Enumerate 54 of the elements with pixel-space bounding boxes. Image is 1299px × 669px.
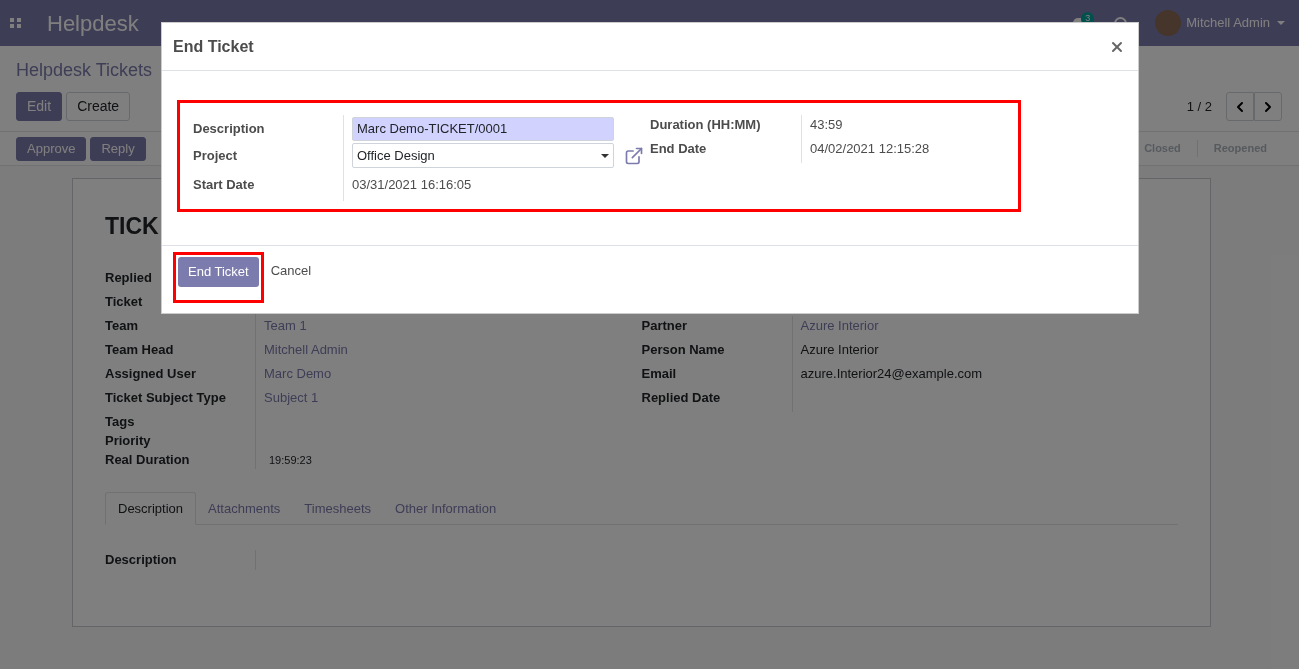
field-label: Replied bbox=[105, 270, 152, 285]
field-link[interactable]: Marc Demo bbox=[264, 366, 332, 381]
field-label: Description bbox=[193, 119, 266, 138]
field-label: Tags bbox=[105, 414, 135, 429]
field-label: Replied Date bbox=[641, 390, 721, 405]
end-ticket-button[interactable]: End Ticket bbox=[178, 257, 259, 287]
field-label: End Date bbox=[650, 140, 708, 158]
description-input[interactable]: Marc Demo-TICKET/0001 bbox=[352, 116, 614, 141]
field-label: Start Date bbox=[193, 176, 256, 195]
field-value: 19:59:23 bbox=[268, 453, 312, 466]
field-label: Person Name bbox=[641, 342, 725, 357]
field-value: 04/02/2021 12:15:28 bbox=[801, 139, 930, 163]
pager-counter: 1 / 2 bbox=[1186, 97, 1212, 116]
field-label: Ticket bbox=[105, 294, 143, 309]
tab[interactable]: Other Information bbox=[383, 492, 509, 525]
cancel-button[interactable]: Cancel bbox=[270, 260, 312, 281]
tab[interactable]: Description bbox=[105, 492, 197, 525]
previous-button[interactable] bbox=[1226, 92, 1254, 121]
apps-menu-icon[interactable] bbox=[10, 18, 21, 28]
field-label: Team bbox=[105, 318, 138, 333]
field-label: Priority bbox=[105, 433, 151, 448]
caret-icon bbox=[601, 153, 609, 158]
field-link[interactable]: Team 1 bbox=[264, 318, 307, 333]
user-name[interactable]: Mitchell Admin bbox=[1186, 13, 1270, 33]
action-button[interactable]: Approve bbox=[16, 136, 87, 161]
field-label: Duration (HH:MM) bbox=[650, 116, 762, 134]
create-button[interactable]: Create bbox=[66, 92, 131, 121]
field-label: Partner bbox=[641, 318, 688, 333]
app-title: Helpdesk bbox=[47, 9, 139, 38]
field-label: Email bbox=[641, 366, 677, 381]
field-value: azure.Interior24@example.com bbox=[800, 366, 983, 381]
field-value: Azure Interior bbox=[800, 342, 879, 357]
field-value: 43:59 bbox=[801, 115, 843, 139]
next-button[interactable] bbox=[1254, 92, 1282, 121]
field-label: Assigned User bbox=[105, 366, 197, 381]
dialog-title: End Ticket bbox=[173, 36, 254, 57]
field-link[interactable]: Subject 1 bbox=[264, 390, 319, 405]
ticket-title: TICK bbox=[105, 213, 159, 239]
field-value: 03/31/2021 16:16:05 bbox=[352, 176, 472, 195]
tab[interactable]: Timesheets bbox=[292, 492, 383, 525]
field-link[interactable]: Azure Interior bbox=[800, 318, 879, 333]
field-label: Ticket Subject Type bbox=[105, 390, 226, 405]
tab[interactable]: Attachments bbox=[196, 492, 293, 525]
field-label: Description bbox=[105, 551, 178, 569]
field-label: Real Duration bbox=[105, 452, 190, 467]
action-button[interactable]: Reply bbox=[90, 136, 146, 161]
external-link-icon[interactable] bbox=[624, 145, 644, 166]
project-select[interactable]: Office Design bbox=[352, 143, 614, 168]
breadcrumb[interactable]: Helpdesk Tickets bbox=[16, 46, 153, 92]
caret-icon bbox=[1277, 21, 1285, 25]
field-label: Project bbox=[193, 146, 239, 165]
field-label: Team Head bbox=[105, 342, 174, 357]
field-link[interactable]: Mitchell Admin bbox=[264, 342, 348, 357]
edit-button[interactable]: Edit bbox=[16, 92, 63, 121]
